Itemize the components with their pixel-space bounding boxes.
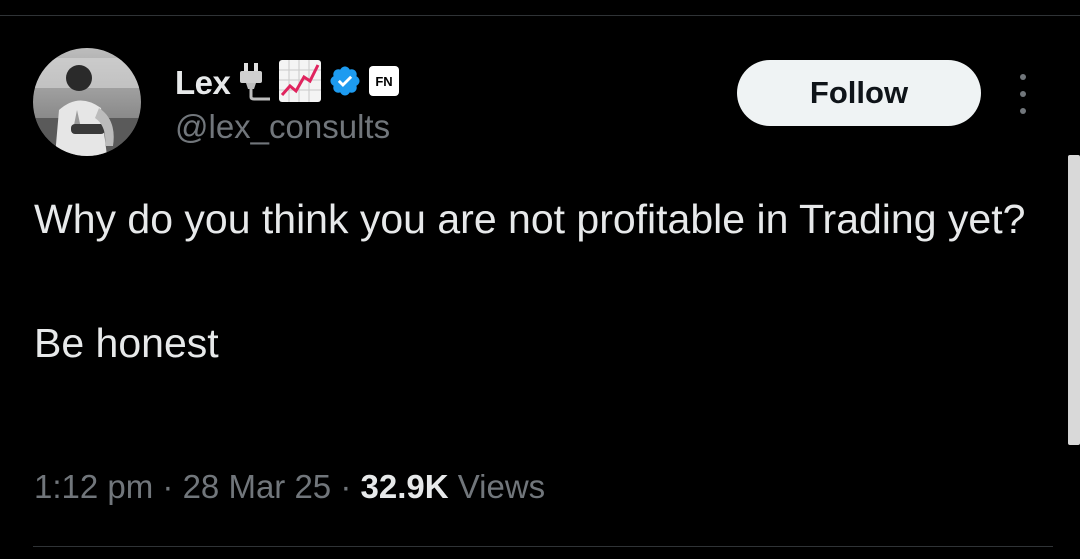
tweet-text-line: Why do you think you are not profitable … [34, 196, 1026, 242]
affiliate-badge-text: FN [376, 74, 393, 89]
views-label: Views [457, 468, 546, 505]
follow-button[interactable]: Follow [737, 60, 981, 126]
tweet-time[interactable]: 1:12 pm [34, 468, 153, 505]
affiliate-badge-icon[interactable]: FN [368, 65, 400, 102]
tweet-text: Why do you think you are not profitable … [34, 188, 1044, 374]
tweet-text-line: Be honest [34, 320, 219, 366]
avatar[interactable] [33, 48, 141, 156]
chart-increasing-emoji-icon [278, 59, 322, 108]
display-name[interactable]: Lex [175, 64, 231, 102]
views-count[interactable]: 32.9K [361, 468, 449, 505]
plug-emoji-icon [238, 61, 272, 106]
tweet-meta: 1:12 pm · 28 Mar 25 · 32.9K Views [34, 468, 545, 506]
meta-separator: · [331, 468, 361, 505]
author-name-row[interactable]: Lex FN [175, 59, 406, 108]
author-handle[interactable]: @lex_consults [175, 108, 390, 146]
verified-badge-icon[interactable] [328, 64, 362, 103]
meta-separator: · [153, 468, 183, 505]
more-vertical-icon[interactable] [1014, 74, 1032, 114]
tweet-date[interactable]: 28 Mar 25 [183, 468, 332, 505]
scrollbar[interactable] [1068, 155, 1080, 445]
top-divider [0, 15, 1080, 16]
bottom-divider [33, 546, 1053, 547]
